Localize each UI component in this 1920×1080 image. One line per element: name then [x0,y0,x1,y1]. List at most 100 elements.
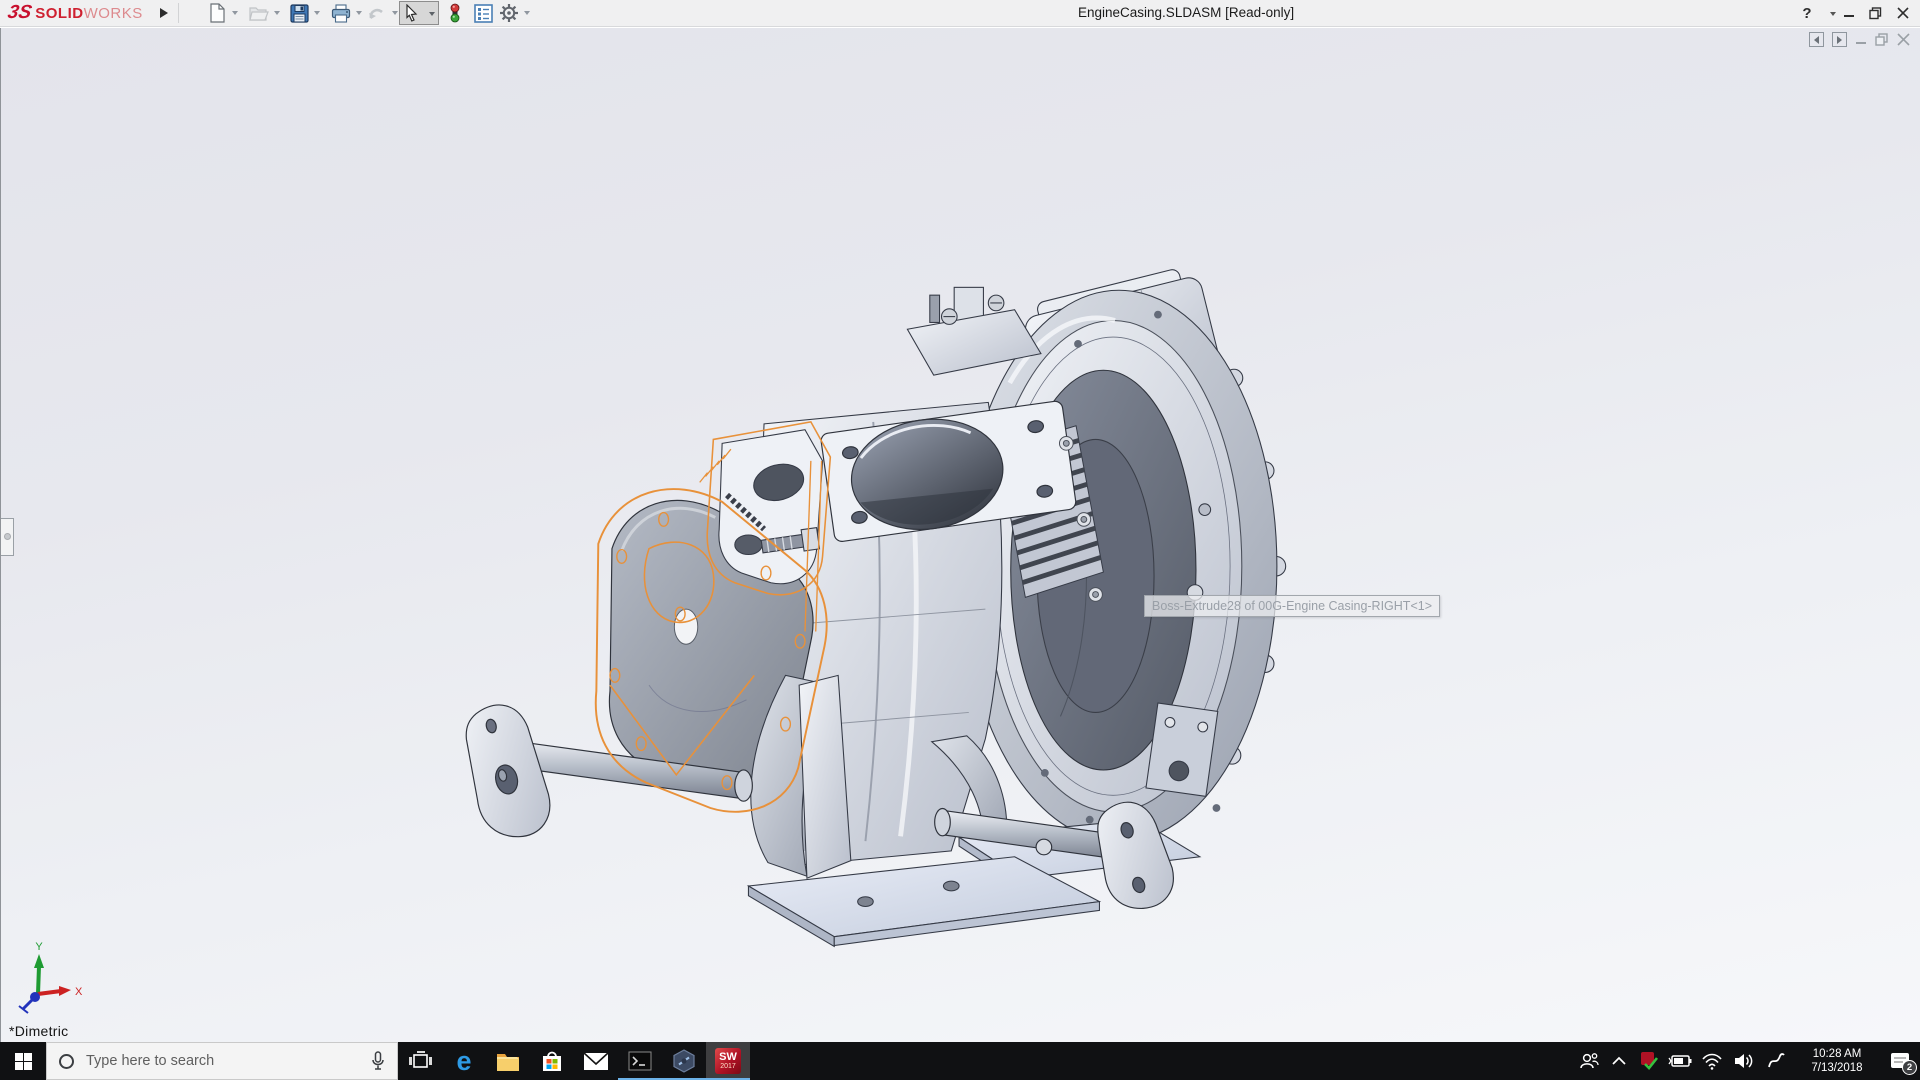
select-tool-button[interactable] [399,1,439,25]
windows-taskbar: e [0,1042,1920,1080]
undo-arrow-icon [367,4,387,22]
start-button[interactable] [0,1042,46,1080]
save-button[interactable] [288,3,310,23]
windows-logo-icon [15,1053,32,1070]
print-dropdown[interactable] [356,11,362,15]
composer-button[interactable] [662,1042,706,1080]
cortana-icon [59,1054,74,1069]
people-icon [1579,1051,1599,1071]
new-document-dropdown[interactable] [232,11,238,15]
notification-count-badge: 2 [1902,1060,1917,1075]
minimize-button[interactable] [1836,0,1862,26]
brand-solid-text: SOLID [35,5,83,22]
menu-flyout-arrow[interactable] [160,8,168,18]
undo-button[interactable] [366,3,388,23]
hover-tooltip: Boss-Extrude28 of 00G-Engine Casing-RIGH… [1144,595,1440,617]
tray-overflow-button[interactable] [1604,1042,1634,1080]
people-button[interactable] [1574,1042,1604,1080]
solidworks-taskbar-button[interactable]: SW 2017 [706,1042,750,1080]
restore-button[interactable] [1862,0,1888,26]
mail-icon [583,1052,609,1071]
task-view-button[interactable] [398,1042,442,1080]
clock[interactable]: 10:28 AM 7/13/2018 [1794,1042,1880,1080]
sw-check-icon [1639,1051,1659,1071]
doc-close-button[interactable] [1897,33,1910,46]
right-arrow-icon [1837,36,1842,44]
file-explorer-icon [496,1051,520,1072]
select-cursor-icon [404,4,420,22]
save-floppy-icon [290,4,309,23]
undo-dropdown[interactable] [392,11,398,15]
title-bar: 3S SOLIDWORKS [0,0,1920,27]
windows-ink-button[interactable] [1760,1042,1794,1080]
store-button[interactable] [530,1042,574,1080]
speaker-icon [1734,1052,1754,1070]
options-dropdown[interactable] [524,11,530,15]
battery-tray-button[interactable] [1664,1042,1696,1080]
printer-icon [331,4,351,23]
volume-tray-button[interactable] [1728,1042,1760,1080]
panel-tab-dot-icon [4,533,11,540]
triad-x-label: X [75,986,83,998]
chevron-up-icon [1611,1056,1627,1066]
save-dropdown[interactable] [314,11,320,15]
task-view-icon [408,1050,432,1072]
sw-icon-year: 2017 [720,1063,736,1071]
print-button[interactable] [330,3,352,23]
previous-document-button[interactable] [1809,32,1824,47]
doc-minimize-button[interactable] [1855,34,1867,46]
tray-time: 10:28 AM [1811,1047,1862,1061]
sw-icon-letters: SW [719,1052,737,1063]
traffic-light-icon [449,2,461,24]
network-tray-button[interactable] [1696,1042,1728,1080]
microphone-icon[interactable] [371,1051,385,1071]
brand-works-text: WORKS [84,5,143,22]
feature-panel-tab[interactable] [1,518,14,556]
solidworks-2017-icon: SW 2017 [715,1048,741,1074]
view-settings-button[interactable] [444,3,466,23]
engine-casing-model [1,28,1920,1042]
action-center-button[interactable]: 2 [1880,1042,1920,1080]
wifi-icon [1701,1052,1723,1070]
open-document-button[interactable] [248,3,270,23]
open-folder-icon [249,4,269,22]
taskbar-search[interactable] [46,1042,398,1080]
edge-icon: e [456,1049,471,1073]
options-button[interactable] [498,3,520,23]
orientation-triad: Y X [9,940,99,1030]
mail-button[interactable] [574,1042,618,1080]
battery-icon [1668,1054,1692,1068]
file-explorer-button[interactable] [486,1042,530,1080]
store-icon [540,1049,564,1073]
new-document-button[interactable] [206,3,228,23]
help-label: ? [1802,5,1811,22]
search-input[interactable] [86,1053,371,1069]
select-tool-dropdown[interactable] [429,12,435,16]
document-window-controls [1809,32,1910,47]
solidworks-update-tray-button[interactable] [1634,1042,1664,1080]
system-tray: 10:28 AM 7/13/2018 2 [1574,1042,1920,1080]
options-gear-icon [499,3,519,23]
graphics-area[interactable]: Boss-Extrude28 of 00G-Engine Casing-RIGH… [0,28,1920,1042]
restore-icon [1869,7,1882,20]
help-button[interactable]: ? [1794,0,1820,26]
next-document-button[interactable] [1832,32,1847,47]
window-title: EngineCasing.SLDASM [Read-only] [1078,0,1294,26]
edge-button[interactable]: e [442,1042,486,1080]
minimize-icon [1843,7,1855,19]
composer-hexagon-icon [672,1049,696,1073]
evaluate-button[interactable] [472,3,494,23]
left-arrow-icon [1814,36,1819,44]
evaluate-list-icon [474,4,493,23]
command-prompt-button[interactable] [618,1042,662,1080]
open-document-dropdown[interactable] [274,11,280,15]
new-document-icon [208,3,226,23]
tray-date: 7/13/2018 [1811,1061,1862,1075]
close-button[interactable] [1890,0,1916,26]
ds-logo-icon: 3S [6,2,34,24]
command-prompt-icon [628,1051,652,1071]
doc-restore-button[interactable] [1875,33,1889,46]
pen-icon [1767,1051,1787,1071]
view-orientation-label: *Dimetric [9,1023,68,1039]
toolbar-separator [178,3,179,23]
